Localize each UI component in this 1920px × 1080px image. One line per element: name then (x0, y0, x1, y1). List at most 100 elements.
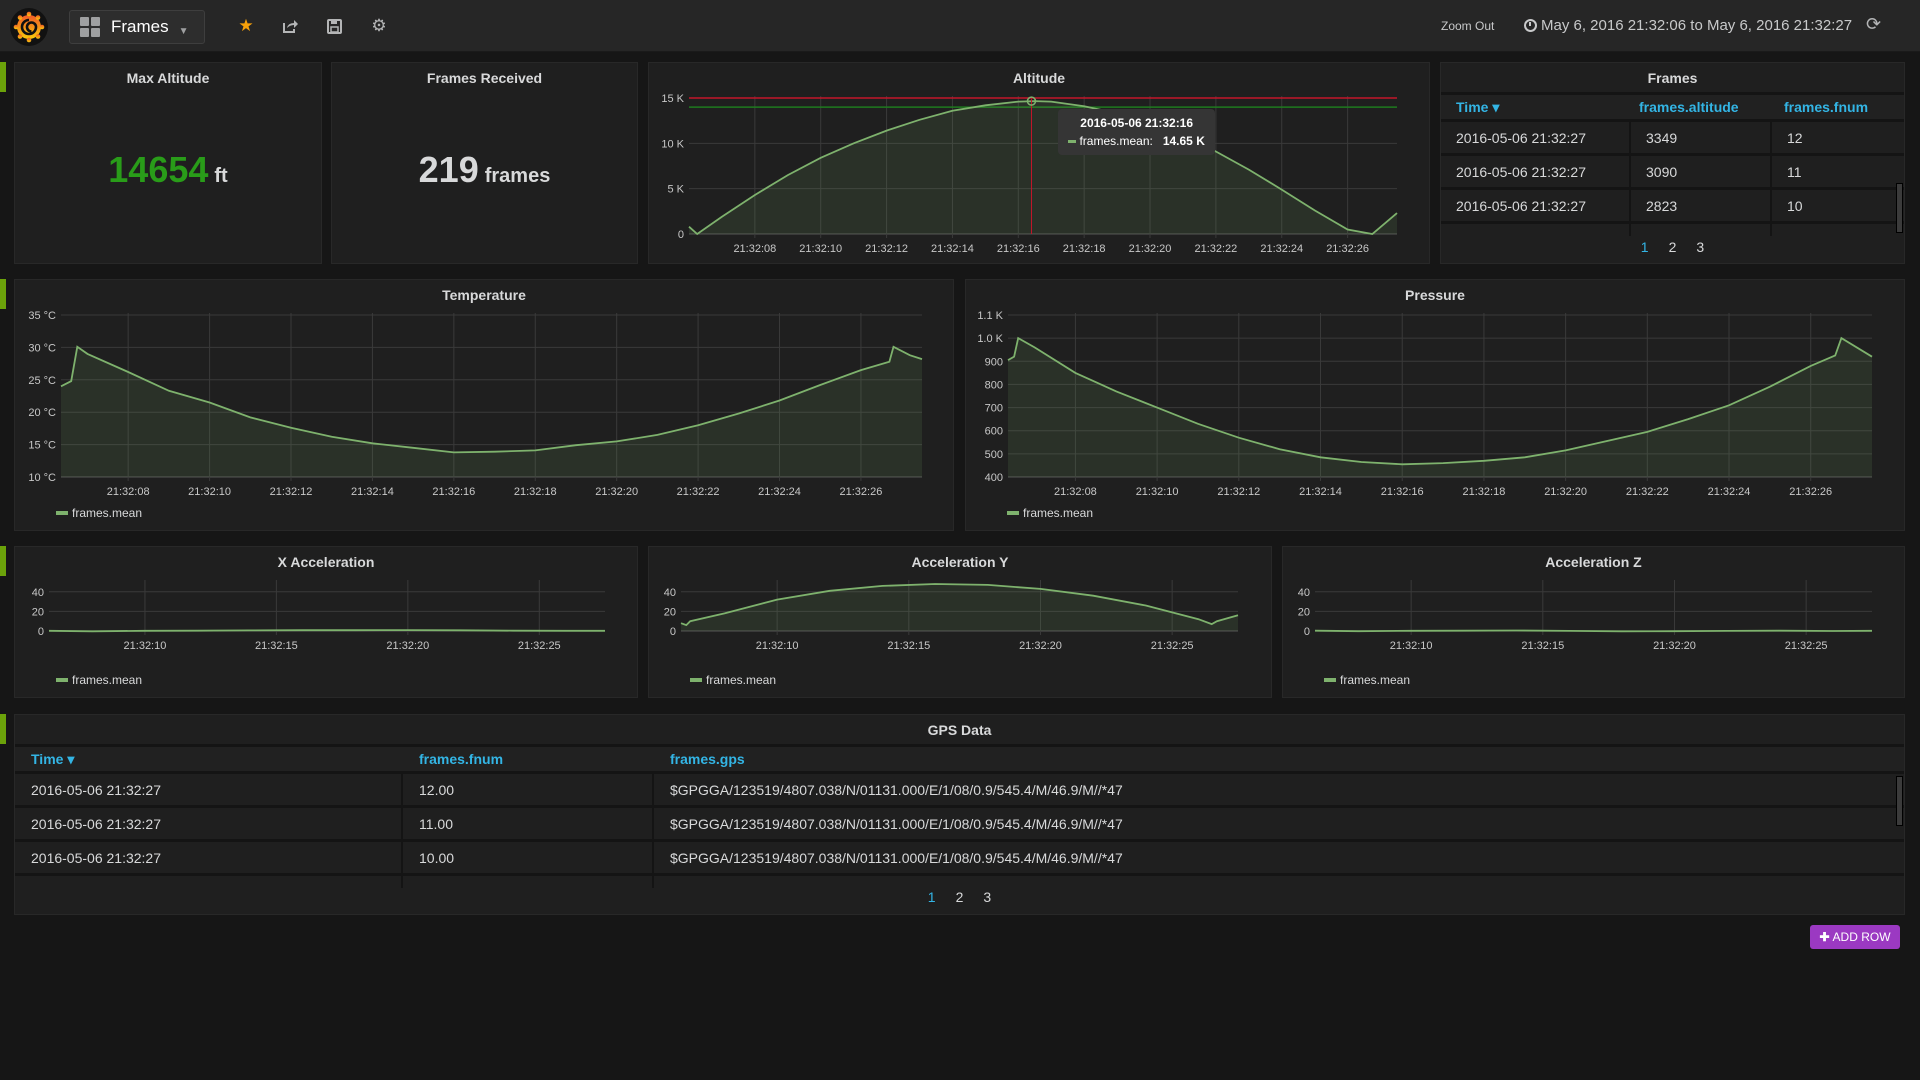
panel-max-altitude: Max Altitude 14654 ft (14, 62, 322, 264)
table-row: 2016-05-06 21:32:27 12.00 $GPGGA/123519/48… (15, 774, 1904, 808)
x-tick-label: 21:32:16 (1381, 486, 1424, 498)
page-link-1[interactable]: 1 (1641, 239, 1649, 255)
share-icon[interactable] (278, 14, 302, 38)
legend-label: frames.mean (72, 673, 143, 687)
legend-swatch (690, 678, 702, 682)
scrollbar[interactable] (1896, 776, 1903, 826)
add-row-button[interactable]: ✚ ADD ROW (1810, 925, 1900, 949)
y-tick-label: 40 (1298, 587, 1310, 599)
panel-altitude: Altitude 0 5 K 10 K 15 K 21:32:08 21:32:10 21:3… (648, 62, 1430, 264)
x-tick-label: 21:32:12 (865, 243, 908, 255)
x-tick-label: 21:32:15 (255, 640, 298, 652)
legend-item-frames-mean[interactable]: frames.mean (1007, 506, 1093, 520)
column-header-time[interactable]: Time ▾ (1441, 99, 1631, 116)
y-tick-label: 1.0 K (977, 333, 1003, 345)
panel-title[interactable]: Frames Received (332, 70, 637, 86)
legend-item-frames-mean[interactable]: frames.mean (1324, 673, 1410, 687)
save-icon[interactable] (322, 14, 346, 38)
panel-title[interactable]: Frames (1441, 70, 1904, 86)
x-tick-label: 21:32:10 (1136, 486, 1179, 498)
legend-swatch (1324, 678, 1336, 682)
panel-acceleration-z: Acceleration Z 0 20 40 21:32:10 21:32:15 21:32… (1282, 546, 1905, 698)
pagination: 1 2 3 (1441, 239, 1904, 255)
column-header-fnum[interactable]: frames.fnum (403, 751, 654, 767)
table-row: 2016-05-06 21:32:27 3090 11 (1441, 156, 1904, 190)
panel-title[interactable]: Max Altitude (15, 70, 321, 86)
y-tick-label: 0 (38, 626, 44, 638)
x-tick-label: 21:32:08 (107, 486, 150, 498)
x-tick-label: 21:32:16 (997, 243, 1040, 255)
y-tick-label: 30 °C (28, 342, 56, 354)
panel-temperature: Temperature 10 °C 15 °C 20 °C 25 °C 30 °C 35 °… (14, 279, 954, 531)
series-line-frames-mean[interactable] (1314, 629, 1873, 633)
legend-swatch (1007, 511, 1019, 515)
tooltip-series: frames.mean: (1079, 134, 1153, 148)
legend-label: frames.mean (1340, 673, 1411, 687)
panel-title[interactable]: GPS Data (15, 722, 1904, 738)
x-tick-label: 21:32:20 (1129, 243, 1172, 255)
column-header-altitude[interactable]: frames.altitude (1631, 99, 1772, 115)
table-cell: 2016-05-06 21:32:27 (15, 808, 403, 839)
scrollbar[interactable] (1896, 183, 1903, 233)
x-tick-label: 21:32:18 (1063, 243, 1106, 255)
x-tick-label: 21:32:12 (270, 486, 313, 498)
x-tick-label: 21:32:22 (1194, 243, 1237, 255)
zoom-out-button[interactable]: Zoom Out (1441, 19, 1494, 33)
chart-temperature: 10 °C 15 °C 20 °C 25 °C 30 °C 35 °C 21:32:08 21… (28, 310, 923, 498)
x-tick-label: 21:32:20 (595, 486, 638, 498)
x-tick-label: 21:32:10 (124, 640, 167, 652)
series-area (689, 101, 1397, 234)
gps-table: Time ▾ frames.fnum frames.gps 2016-05-06… (15, 744, 1904, 888)
x-tick-label: 21:32:20 (1653, 640, 1696, 652)
refresh-icon[interactable]: ⟳ (1866, 14, 1881, 35)
chart-altitude: 0 5 K 10 K 15 K 21:32:08 21:32:10 21:32:12 21:3… (661, 93, 1398, 255)
page-link-3[interactable]: 3 (1696, 239, 1704, 255)
column-header-gps[interactable]: frames.gps (654, 751, 745, 767)
page-link-1[interactable]: 1 (928, 889, 936, 905)
clock-icon (1524, 19, 1537, 32)
grafana-logo-icon[interactable] (10, 8, 48, 46)
row-3-handle[interactable] (0, 546, 6, 576)
y-tick-label: 5 K (667, 184, 684, 196)
table-cell: 2823 (1631, 190, 1772, 221)
dashboard-picker[interactable]: Frames ▼ (69, 10, 205, 44)
table-cell: 12.00 (403, 774, 654, 805)
x-tick-label: 21:32:20 (1544, 486, 1587, 498)
x-tick-label: 21:32:15 (1521, 640, 1564, 652)
y-tick-label: 700 (985, 403, 1003, 415)
x-tick-label: 21:32:16 (432, 486, 475, 498)
page-link-2[interactable]: 2 (956, 889, 964, 905)
table-row: 2016-05-06 21:32:27 11.00 $GPGGA/123519/48… (15, 808, 1904, 842)
star-icon[interactable]: ★ (234, 14, 258, 38)
legend-item-frames-mean[interactable]: frames.mean (690, 673, 776, 687)
panel-pressure: Pressure 400 500 600 700 800 900 1.0 K 1.1 K 21:3… (965, 279, 1905, 531)
legend-item-frames-mean[interactable]: frames.mean (56, 673, 142, 687)
y-tick-label: 15 K (661, 93, 684, 105)
table-cell: 2016-05-06 21:32:27 (1441, 156, 1631, 187)
row-4-handle[interactable] (0, 714, 6, 744)
row-2-handle[interactable] (0, 279, 6, 309)
panel-x-acceleration: X Acceleration 0 20 40 21:32:10 21:32:15 21:32… (14, 546, 638, 698)
table-header: Time ▾ frames.fnum frames.gps (15, 744, 1904, 774)
stat-unit: ft (214, 165, 228, 187)
table-row: 2016-05-06 21:32:27 10.00 $GPGGA/123519/48… (15, 842, 1904, 876)
x-tick-label: 21:32:08 (733, 243, 776, 255)
x-tick-label: 21:32:20 (1019, 640, 1062, 652)
time-range-picker[interactable]: May 6, 2016 21:32:06 to May 6, 2016 21:3… (1524, 17, 1852, 34)
column-header-time[interactable]: Time ▾ (15, 751, 403, 768)
x-tick-label: 21:32:10 (799, 243, 842, 255)
x-tick-label: 21:32:14 (351, 486, 394, 498)
table-cell: 2016-05-06 21:32:27 (15, 774, 403, 805)
dashboard-grid-icon (80, 17, 100, 37)
page-link-2[interactable]: 2 (1669, 239, 1677, 255)
table-cell: 12 (1787, 129, 1803, 146)
x-tick-label: 21:32:22 (1626, 486, 1669, 498)
row-1-handle[interactable] (0, 62, 6, 92)
legend-item-frames-mean[interactable]: frames.mean (56, 506, 142, 520)
column-header-fnum[interactable]: frames.fnum (1772, 99, 1892, 115)
stat-number: 14654 (108, 149, 209, 190)
gear-icon[interactable]: ⚙ (367, 14, 391, 38)
table-row: 2016-05-06 21:32:27 2823 10 (1441, 190, 1904, 224)
stat-value: 219 frames (332, 149, 637, 191)
page-link-3[interactable]: 3 (983, 889, 991, 905)
